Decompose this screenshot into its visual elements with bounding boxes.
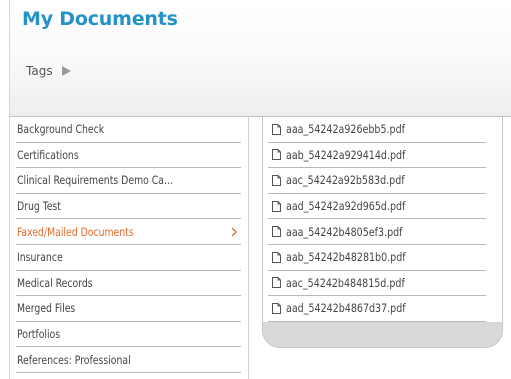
- file-name: aac_54242b484815d.pdf: [286, 275, 405, 290]
- chevron-right-icon: [231, 227, 237, 237]
- file-item[interactable]: aaa_54242a926ebb5.pdf: [268, 117, 486, 143]
- category-label: Portfolios: [17, 327, 61, 342]
- category-label: References: Professional: [17, 352, 131, 367]
- category-item-faxed-mailed-documents[interactable]: Faxed/Mailed Documents: [16, 219, 241, 245]
- document-icon: [272, 149, 281, 161]
- document-icon: [272, 226, 281, 238]
- category-item-references-professional[interactable]: References: Professional: [16, 347, 241, 373]
- category-list: Background Check Certifications Clinical…: [9, 117, 249, 379]
- category-label: Background Check: [17, 122, 105, 137]
- category-label: Merged Files: [17, 301, 76, 316]
- file-name: aaa_54242b4805ef3.pdf: [286, 224, 403, 239]
- category-item-medical-records[interactable]: Medical Records: [16, 271, 241, 297]
- category-label: Faxed/Mailed Documents: [17, 224, 134, 239]
- documents-page: My Documents Tags Background Check Certi…: [0, 0, 511, 379]
- file-item[interactable]: aad_54242b4867d37.pdf: [268, 296, 486, 322]
- category-label: Drug Test: [17, 199, 61, 214]
- file-name: aaa_54242a926ebb5.pdf: [286, 122, 405, 137]
- document-icon: [272, 302, 281, 314]
- file-name: aab_54242a929414d.pdf: [286, 147, 406, 162]
- document-icon: [272, 123, 281, 135]
- document-icon: [272, 200, 281, 212]
- category-label: Insurance: [17, 250, 63, 265]
- category-item-drug-test[interactable]: Drug Test: [16, 194, 241, 220]
- category-item-insurance[interactable]: Insurance: [16, 245, 241, 271]
- file-item[interactable]: aab_54242b48281b0.pdf: [268, 245, 486, 271]
- category-label: Clinical Requirements Demo Ca...: [17, 173, 173, 188]
- category-label: Medical Records: [17, 275, 93, 290]
- file-name: aac_54242a92b583d.pdf: [286, 173, 405, 188]
- file-item[interactable]: aac_54242b484815d.pdf: [268, 271, 486, 297]
- category-item-clinical-requirements[interactable]: Clinical Requirements Demo Ca...: [16, 168, 241, 194]
- play-arrow-icon[interactable]: [61, 66, 71, 76]
- tags-toggle[interactable]: Tags: [26, 64, 71, 78]
- category-item-certifications[interactable]: Certifications: [16, 143, 241, 169]
- document-icon: [272, 277, 281, 289]
- file-item[interactable]: aab_54242a929414d.pdf: [268, 143, 486, 169]
- file-name: aad_54242a92d965d.pdf: [286, 199, 406, 214]
- category-label: Certifications: [17, 147, 79, 162]
- file-item[interactable]: aad_54242a92d965d.pdf: [268, 194, 486, 220]
- file-list: aaa_54242a926ebb5.pdf aab_54242a929414d.…: [263, 117, 502, 322]
- document-icon: [272, 251, 281, 263]
- file-name: aad_54242b4867d37.pdf: [286, 301, 406, 316]
- file-name: aab_54242b48281b0.pdf: [286, 250, 406, 265]
- category-item-background-check[interactable]: Background Check: [16, 117, 241, 143]
- file-item[interactable]: aaa_54242b4805ef3.pdf: [268, 219, 486, 245]
- file-panel: aaa_54242a926ebb5.pdf aab_54242a929414d.…: [262, 117, 503, 348]
- file-item[interactable]: aac_54242a92b583d.pdf: [268, 168, 486, 194]
- tags-label: Tags: [26, 64, 53, 78]
- category-item-merged-files[interactable]: Merged Files: [16, 296, 241, 322]
- documents-header: My Documents Tags: [9, 0, 511, 117]
- page-title: My Documents: [22, 8, 178, 30]
- document-icon: [272, 174, 281, 186]
- category-item-portfolios[interactable]: Portfolios: [16, 322, 241, 348]
